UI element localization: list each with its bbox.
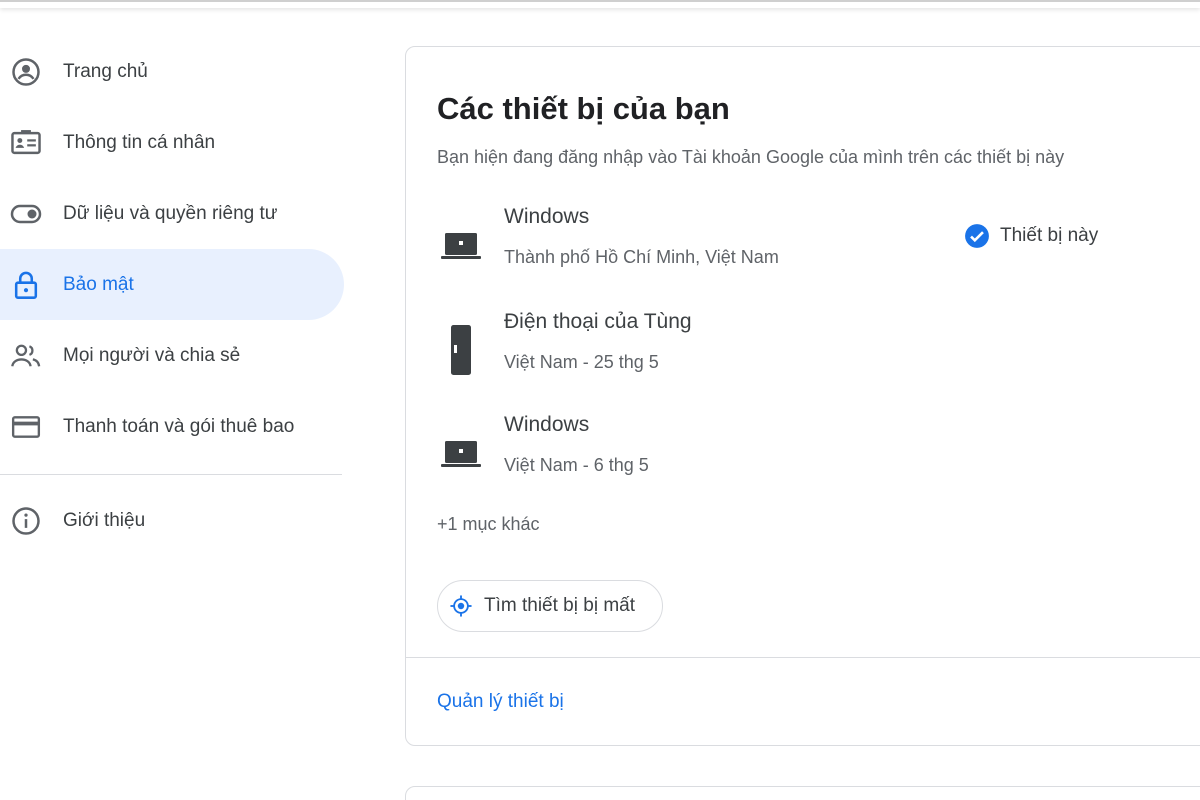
device-row[interactable]: Điện thoại của Tùng Việt Nam - 25 thg 5	[406, 310, 1200, 390]
sidebar-item-home[interactable]: Trang chủ	[0, 36, 344, 107]
people-icon	[10, 340, 42, 372]
sidebar-divider	[0, 474, 342, 475]
device-name: Windows	[504, 413, 590, 436]
find-lost-device-label: Tìm thiết bị bị mất	[484, 595, 635, 616]
this-device-badge: Thiết bị này	[964, 223, 1098, 249]
device-row[interactable]: Windows Thành phố Hồ Chí Minh, Việt Nam …	[406, 205, 1200, 285]
sidebar-item-people-sharing[interactable]: Mọi người và chia sẻ	[0, 320, 344, 391]
phone-icon	[439, 310, 483, 390]
sidebar-item-label: Thông tin cá nhân	[63, 131, 216, 153]
manage-devices-link[interactable]: Quản lý thiết bị	[437, 691, 564, 713]
toggle-icon	[10, 198, 42, 230]
device-row[interactable]: Windows Việt Nam - 6 thg 5	[406, 413, 1200, 493]
location-target-icon	[450, 595, 472, 617]
sidebar-nav: Trang chủ Thông tin cá nhân Dữ liệu và q…	[0, 36, 344, 556]
find-lost-device-button[interactable]: Tìm thiết bị bị mất	[437, 580, 663, 632]
sidebar-item-payments[interactable]: Thanh toán và gói thuê bao	[0, 391, 344, 462]
lock-icon	[10, 269, 42, 301]
sidebar-item-data-privacy[interactable]: Dữ liệu và quyền riêng tư	[0, 178, 344, 249]
home-account-icon	[10, 56, 42, 88]
sidebar-item-label: Dữ liệu và quyền riêng tư	[63, 202, 278, 224]
check-circle-icon	[965, 224, 989, 248]
devices-card-subtitle: Bạn hiện đang đăng nhập vào Tài khoản Go…	[437, 147, 1065, 167]
device-location: Việt Nam - 25 thg 5	[504, 352, 659, 372]
device-location: Việt Nam - 6 thg 5	[504, 455, 649, 475]
top-bar-shadow	[0, 0, 1200, 8]
devices-card: Các thiết bị của bạn Bạn hiện đang đăng …	[405, 46, 1200, 746]
device-location: Thành phố Hồ Chí Minh, Việt Nam	[504, 247, 779, 267]
laptop-icon	[439, 205, 483, 285]
sidebar-item-personal-info[interactable]: Thông tin cá nhân	[0, 107, 344, 178]
sidebar-item-label: Giới thiệu	[63, 509, 146, 531]
more-devices-count: +1 mục khác	[437, 514, 540, 534]
sidebar-item-security[interactable]: Bảo mật	[0, 249, 344, 320]
credit-card-icon	[10, 411, 42, 443]
card-divider	[406, 657, 1200, 658]
device-name: Điện thoại của Tùng	[504, 310, 692, 333]
sidebar-item-label: Thanh toán và gói thuê bao	[63, 415, 295, 437]
sidebar-item-about[interactable]: Giới thiệu	[0, 485, 344, 556]
sidebar-item-label: Bảo mật	[63, 273, 134, 295]
this-device-label: Thiết bị này	[1000, 225, 1099, 246]
device-name: Windows	[504, 205, 590, 228]
next-card-edge	[405, 786, 1200, 800]
devices-card-title: Các thiết bị của bạn	[437, 91, 730, 126]
sidebar-item-label: Trang chủ	[63, 60, 148, 82]
sidebar-item-label: Mọi người và chia sẻ	[63, 344, 241, 366]
info-icon	[10, 505, 42, 537]
id-card-icon	[10, 127, 42, 159]
laptop-icon	[439, 413, 483, 493]
